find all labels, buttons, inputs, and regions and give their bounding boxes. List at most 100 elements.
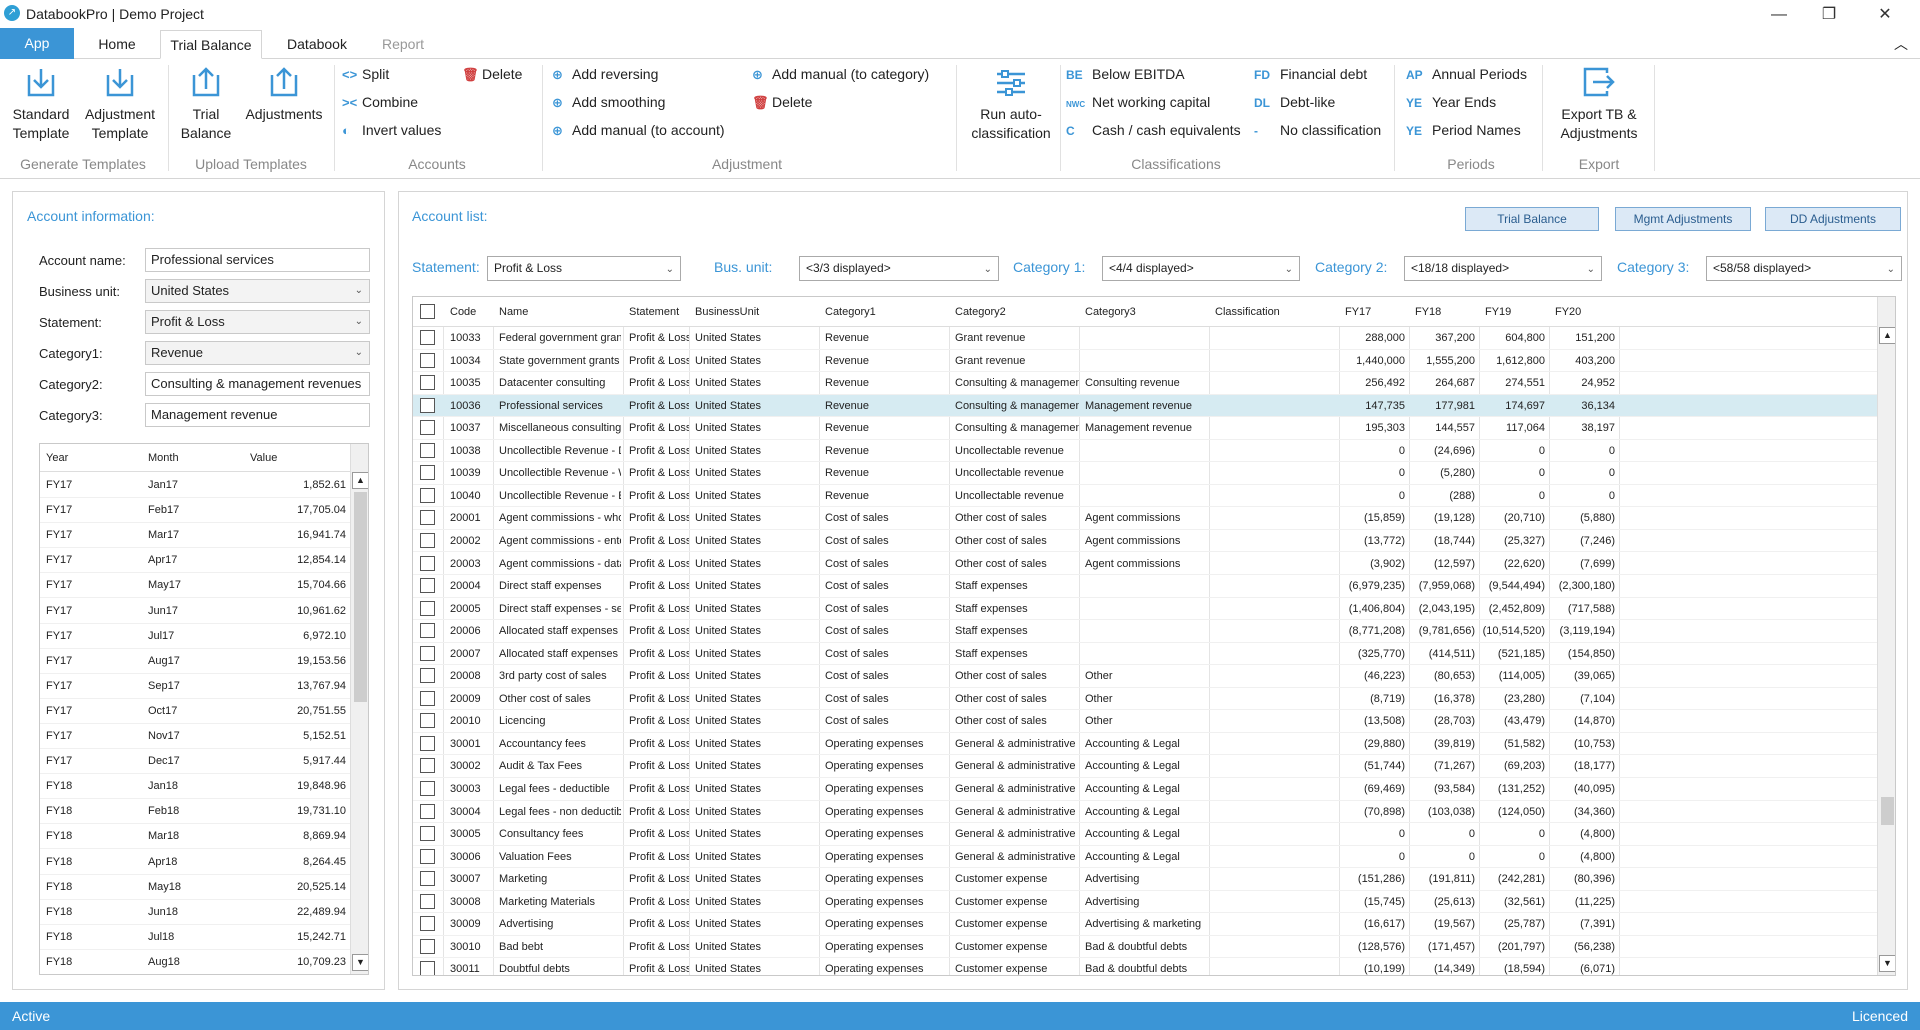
upload-trial-balance-button[interactable]: Trial Balance <box>176 65 236 143</box>
upload-adjustments-button[interactable]: Adjustments <box>240 65 328 124</box>
row-checkbox[interactable] <box>420 893 435 909</box>
monthly-row[interactable]: FY17 Feb17 17,705.04 <box>40 498 350 524</box>
trial-balance-view-button[interactable]: Trial Balance <box>1465 207 1599 231</box>
row-checkbox[interactable] <box>420 352 435 368</box>
scroll-up-icon[interactable]: ▲ <box>352 472 368 489</box>
row-checkbox[interactable] <box>420 465 435 481</box>
monthly-row[interactable]: FY17 Jan17 1,852.61 <box>40 473 350 498</box>
collapse-ribbon-icon[interactable]: ︿ <box>1894 34 1908 54</box>
classification-nwc-button[interactable]: NWC Net working capital <box>1066 91 1210 113</box>
field-input[interactable]: Management revenue <box>145 403 370 427</box>
account-row[interactable]: 30009 Advertising Profit & Loss United Stat… <box>413 913 1877 936</box>
account-row[interactable]: 10033 Federal government grants Profit & L… <box>413 327 1877 350</box>
monthly-row[interactable]: FY17 Aug17 19,153.56 <box>40 649 350 674</box>
select-all-checkbox[interactable] <box>420 304 435 319</box>
row-checkbox[interactable] <box>420 600 435 616</box>
add-reversing-button[interactable]: ⊕ Add reversing <box>552 63 658 85</box>
row-checkbox[interactable] <box>420 668 435 684</box>
monthly-row[interactable]: FY18 Apr18 8,264.45 <box>40 850 350 875</box>
account-row[interactable]: 30010 Bad bebt Profit & Loss United States O… <box>413 936 1877 959</box>
add-manual-account-button[interactable]: ⊕ Add manual (to account) <box>552 119 725 141</box>
tab-report[interactable]: Report <box>370 30 436 59</box>
field-input[interactable]: Consulting & management revenues <box>145 372 370 396</box>
row-checkbox[interactable] <box>420 645 435 661</box>
account-grid-scrollbar[interactable]: ▲ ▼ <box>1877 297 1895 975</box>
scroll-up-icon[interactable]: ▲ <box>1879 327 1895 344</box>
row-checkbox[interactable] <box>420 848 435 864</box>
account-row[interactable]: 20007 Allocated staff expenses - set u Pro… <box>413 643 1877 666</box>
row-checkbox[interactable] <box>420 803 435 819</box>
dd-adjustments-view-button[interactable]: DD Adjustments <box>1765 207 1901 231</box>
account-row[interactable]: 30003 Legal fees - deductible Profit & Los… <box>413 778 1877 801</box>
monthly-row[interactable]: FY17 Mar17 16,941.74 <box>40 523 350 549</box>
classification-financial-debt-button[interactable]: FD Financial debt <box>1254 63 1367 85</box>
account-row[interactable]: 10038 Uncollectible Revenue - Datace Profi… <box>413 440 1877 463</box>
account-row[interactable]: 30004 Legal fees - non deductible Profit &… <box>413 801 1877 824</box>
account-row[interactable]: 30008 Marketing Materials Profit & Loss Uni… <box>413 891 1877 914</box>
add-manual-category-button[interactable]: ⊕ Add manual (to category) <box>752 63 929 85</box>
category3-filter-dropdown[interactable]: <58/58 displayed> ⌄ <box>1706 256 1902 281</box>
account-row[interactable]: 20008 3rd party cost of sales Profit & Los… <box>413 665 1877 688</box>
category1-filter-dropdown[interactable]: <4/4 displayed> ⌄ <box>1102 256 1300 281</box>
account-row[interactable]: 20006 Allocated staff expenses Profit & Lo… <box>413 620 1877 643</box>
standard-template-button[interactable]: Standard Template <box>8 65 74 143</box>
adjustment-template-button[interactable]: Adjustment Template <box>80 65 160 143</box>
monthly-row[interactable]: FY17 Jul17 6,972.10 <box>40 624 350 649</box>
tab-trial-balance[interactable]: Trial Balance <box>160 30 262 59</box>
account-row[interactable]: 20005 Direct staff expenses - set up Profi… <box>413 598 1877 621</box>
minimize-button[interactable]: — <box>1756 2 1802 28</box>
delete-account-button[interactable]: 🗑 Delete <box>462 63 522 85</box>
row-checkbox[interactable] <box>420 442 435 458</box>
row-checkbox[interactable] <box>420 781 435 796</box>
monthly-row[interactable]: FY18 Mar18 8,869.94 <box>40 824 350 850</box>
account-row[interactable]: 30005 Consultancy fees Profit & Loss United… <box>413 823 1877 846</box>
delete-adjustment-button[interactable]: 🗑 Delete <box>752 91 812 113</box>
row-checkbox[interactable] <box>420 713 435 729</box>
account-row[interactable]: 20004 Direct staff expenses Profit & Loss U… <box>413 575 1877 598</box>
row-checkbox[interactable] <box>420 623 435 639</box>
row-checkbox[interactable] <box>420 735 435 751</box>
monthly-row[interactable]: FY18 Jan18 19,848.96 <box>40 774 350 800</box>
category2-filter-dropdown[interactable]: <18/18 displayed> ⌄ <box>1404 256 1602 281</box>
monthly-row[interactable]: FY18 Aug18 10,709.23 <box>40 950 350 974</box>
account-row[interactable]: 30001 Accountancy fees Profit & Loss United… <box>413 733 1877 756</box>
monthly-row[interactable]: FY17 Apr17 12,854.14 <box>40 548 350 574</box>
account-row[interactable]: 10036 Professional services Profit & Loss U… <box>413 394 1877 418</box>
monthly-row[interactable]: FY17 Jun17 10,961.62 <box>40 599 350 624</box>
monthly-row[interactable]: FY18 Jun18 22,489.94 <box>40 900 350 925</box>
row-checkbox[interactable] <box>420 961 435 975</box>
close-button[interactable]: ✕ <box>1862 2 1908 28</box>
classification-none-button[interactable]: - No classification <box>1254 119 1381 141</box>
row-checkbox[interactable] <box>420 375 435 391</box>
tab-home[interactable]: Home <box>84 30 150 59</box>
account-row[interactable]: 30007 Marketing Profit & Loss United States… <box>413 868 1877 891</box>
statement-filter-dropdown[interactable]: Profit & Loss ⌄ <box>487 256 681 281</box>
classification-cash-button[interactable]: C Cash / cash equivalents <box>1066 119 1241 141</box>
row-checkbox[interactable] <box>420 578 435 594</box>
combine-button[interactable]: >< Combine <box>342 91 418 113</box>
bus-unit-filter-dropdown[interactable]: <3/3 displayed> ⌄ <box>799 256 999 281</box>
field-dropdown[interactable]: Profit & Loss ⌄ <box>145 310 370 334</box>
account-row[interactable]: 20002 Agent commissions - enterpris Profit… <box>413 530 1877 553</box>
row-checkbox[interactable] <box>420 330 435 345</box>
monthly-row[interactable]: FY18 May18 20,525.14 <box>40 875 350 900</box>
period-names-button[interactable]: YE Period Names <box>1406 119 1521 141</box>
monthly-grid-scrollbar[interactable]: ▲ ▼ <box>350 444 368 974</box>
mgmt-adjustments-view-button[interactable]: Mgmt Adjustments <box>1615 207 1751 231</box>
monthly-row[interactable]: FY17 Sep17 13,767.94 <box>40 674 350 699</box>
row-checkbox[interactable] <box>420 420 435 436</box>
row-checkbox[interactable] <box>420 555 435 571</box>
row-checkbox[interactable] <box>420 916 435 932</box>
account-row[interactable]: 10039 Uncollectible Revenue - Whole Profit… <box>413 462 1877 485</box>
account-row[interactable]: 30002 Audit & Tax Fees Profit & Loss United… <box>413 755 1877 778</box>
invert-values-button[interactable]: ◐ Invert values <box>342 119 441 141</box>
run-auto-classification-button[interactable]: Run auto- classification <box>964 65 1058 143</box>
row-checkbox[interactable] <box>420 938 435 954</box>
export-tb-adjustments-button[interactable]: Export TB & Adjustments <box>1550 65 1648 143</box>
account-row[interactable]: 20009 Other cost of sales Profit & Loss Uni… <box>413 688 1877 711</box>
monthly-row[interactable]: FY17 Dec17 5,917.44 <box>40 749 350 775</box>
field-input[interactable]: Professional services <box>145 248 370 272</box>
account-row[interactable]: 20001 Agent commissions - wholesal Profit … <box>413 507 1877 530</box>
classification-below-ebitda-button[interactable]: BE Below EBITDA <box>1066 63 1185 85</box>
account-row[interactable]: 30011 Doubtful debts Profit & Loss United S… <box>413 958 1877 975</box>
